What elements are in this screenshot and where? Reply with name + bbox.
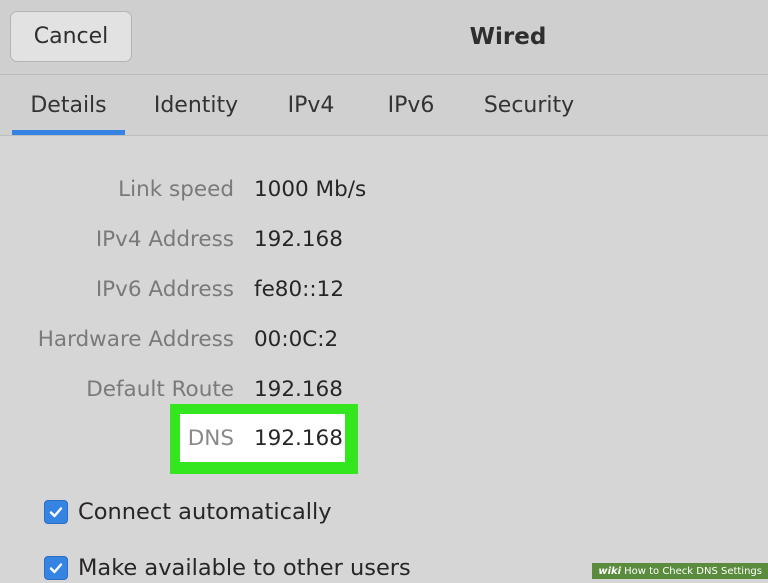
tab-bar: Details Identity IPv4 IPv6 Security <box>0 75 768 136</box>
link-speed-label: Link speed <box>118 177 234 202</box>
hardware-address-value: 00:0C:29 <box>254 327 338 352</box>
watermark-text: How to Check DNS Settings <box>624 565 762 577</box>
ipv6-address-label: IPv6 Address <box>95 277 234 302</box>
available-to-others-label: Make available to other users <box>78 555 411 581</box>
checkmark-icon <box>49 507 63 518</box>
link-speed-value: 1000 Mb/s <box>254 177 367 202</box>
connect-automatically-row[interactable]: Connect automatically <box>44 497 332 527</box>
ipv4-address-value: 192.168. <box>254 227 342 252</box>
tab-ipv4[interactable]: IPv4 <box>278 75 344 135</box>
hardware-address-label: Hardware Address <box>37 327 234 352</box>
dns-value: 192.168. <box>254 426 342 451</box>
default-route-value: 192.168. <box>254 377 342 402</box>
tab-identity[interactable]: Identity <box>148 75 244 135</box>
available-to-others-checkbox[interactable] <box>44 556 68 580</box>
ipv6-address-value: fe80::12 <box>254 277 342 302</box>
cancel-button[interactable]: Cancel <box>10 11 132 62</box>
header-bar: Cancel <box>0 0 768 75</box>
watermark-brand: wiki <box>598 565 622 577</box>
tab-details[interactable]: Details <box>12 75 125 135</box>
dns-label: DNS <box>187 426 234 451</box>
connect-automatically-checkbox[interactable] <box>44 500 68 524</box>
connect-automatically-label: Connect automatically <box>78 499 332 525</box>
checkmark-icon <box>49 563 63 574</box>
wikihow-watermark: wiki How to Check DNS Settings <box>592 563 768 579</box>
tab-security[interactable]: Security <box>478 75 580 135</box>
tab-ipv6[interactable]: IPv6 <box>378 75 444 135</box>
default-route-label: Default Route <box>86 377 234 402</box>
ipv4-address-label: IPv4 Address <box>95 227 234 252</box>
